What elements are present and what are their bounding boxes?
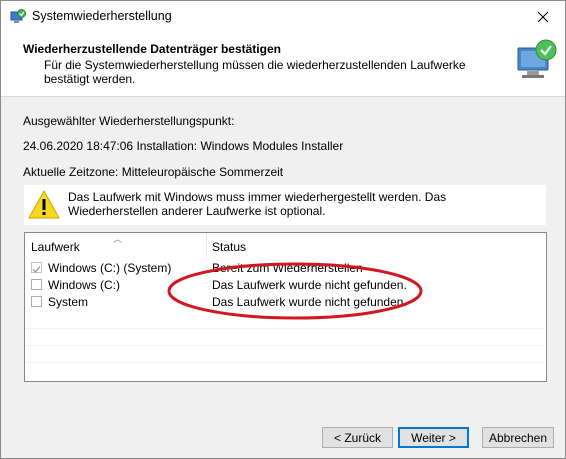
drive-status: Das Laufwerk wurde nicht gefunden.	[212, 278, 407, 292]
wizard-header: Wiederherzustellende Datenträger bestäti…	[1, 32, 565, 97]
column-header-status[interactable]: Status	[212, 240, 246, 254]
sort-up-icon: ︿	[113, 234, 123, 244]
drive-status: Bereit zum Wiederherstellen	[212, 261, 363, 275]
system-restore-window: Systemwiederherstellung Wiederherzustell…	[0, 0, 566, 459]
drive-status: Das Laufwerk wurde nicht gefunden.	[212, 295, 407, 309]
drive-checkbox	[31, 262, 42, 273]
drive-list[interactable]: ︿ Laufwerk Status Windows (C:) (System) …	[24, 232, 547, 382]
close-icon	[537, 11, 548, 22]
row-divider	[25, 345, 546, 346]
column-divider[interactable]	[206, 233, 207, 257]
back-button[interactable]: < Zurück	[322, 427, 393, 448]
table-row: Windows (C:) (System) Bereit zum Wiederh…	[25, 260, 546, 277]
cancel-button[interactable]: Abbrechen	[482, 427, 554, 448]
computer-restore-icon	[517, 39, 557, 78]
next-button[interactable]: Weiter >	[398, 427, 469, 448]
window-title: Systemwiederherstellung	[32, 9, 172, 23]
row-divider	[25, 328, 546, 329]
warning-text: Das Laufwerk mit Windows muss immer wied…	[68, 190, 447, 218]
warning-box: Das Laufwerk mit Windows muss immer wied…	[23, 184, 547, 226]
checkmark-icon	[32, 266, 41, 273]
drive-name: System	[48, 295, 89, 309]
column-header-drive[interactable]: Laufwerk	[31, 240, 80, 254]
close-button[interactable]	[520, 1, 565, 32]
drive-checkbox[interactable]	[31, 279, 42, 290]
system-restore-icon	[10, 9, 26, 23]
page-subtitle: Für die Systemwiederherstellung müssen d…	[44, 58, 466, 86]
table-row[interactable]: Windows (C:) Das Laufwerk wurde nicht ge…	[25, 277, 546, 294]
timezone-text: Aktuelle Zeitzone: Mitteleuropäische Som…	[23, 165, 284, 179]
row-divider	[25, 362, 546, 363]
drive-checkbox[interactable]	[31, 296, 42, 307]
table-row[interactable]: System Das Laufwerk wurde nicht gefunden…	[25, 294, 546, 311]
restore-point-label: Ausgewählter Wiederherstellungspunkt:	[23, 114, 235, 128]
table-header: ︿ Laufwerk Status	[25, 233, 546, 257]
page-title: Wiederherzustellende Datenträger bestäti…	[23, 42, 281, 56]
title-bar[interactable]: Systemwiederherstellung	[1, 1, 565, 32]
drive-name: Windows (C:) (System)	[48, 261, 172, 275]
warning-icon	[28, 189, 60, 219]
restore-point-value: 24.06.2020 18:47:06 Installation: Window…	[23, 139, 344, 153]
drive-name: Windows (C:)	[48, 278, 121, 292]
